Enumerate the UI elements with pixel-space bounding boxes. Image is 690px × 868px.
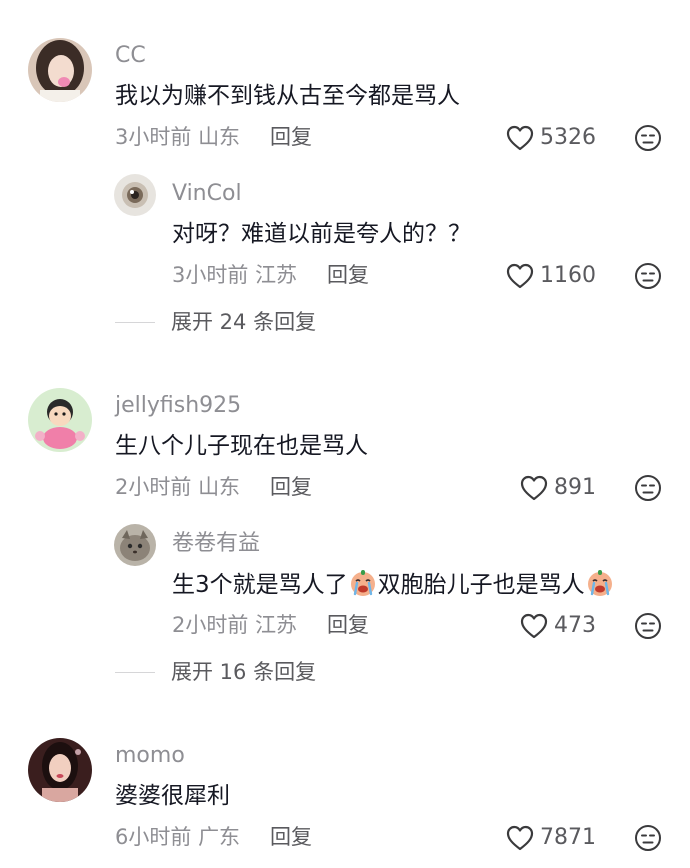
username[interactable]: CC xyxy=(115,42,146,70)
dislike-button[interactable] xyxy=(634,612,662,640)
comment-thread: momo 婆婆很犀利 6小时前 广东 回复 7871 xyxy=(0,720,690,868)
timestamp: 2小时前 xyxy=(172,613,249,637)
reply-button[interactable]: 回复 xyxy=(327,611,369,639)
comment-meta: 2小时前 山东 xyxy=(115,473,240,501)
username[interactable]: jellyfish925 xyxy=(115,392,241,420)
crying-face-emoji xyxy=(585,568,615,598)
username[interactable]: momo xyxy=(115,742,185,770)
unamused-face-icon xyxy=(635,125,661,151)
location: 山东 xyxy=(198,125,241,149)
comment-text: 生八个儿子现在也是骂人 xyxy=(115,433,368,459)
like-button[interactable]: 7871 xyxy=(506,822,596,854)
crying-face-emoji xyxy=(348,568,378,598)
unamused-face-icon xyxy=(635,263,661,289)
like-button[interactable]: 1160 xyxy=(506,260,596,292)
comment-text: 对呀？难道以前是夸人的？？ xyxy=(172,221,471,247)
comment-thread: jellyfish925 生八个儿子现在也是骂人 2小时前 山东 回复 891 xyxy=(0,370,690,700)
dislike-button[interactable] xyxy=(634,262,662,290)
timestamp: 3小时前 xyxy=(172,263,249,287)
heart-outline-icon xyxy=(506,825,534,851)
comment-text-part: 生3个就是骂人了 xyxy=(172,572,348,598)
like-count: 7871 xyxy=(540,825,596,850)
location: 广东 xyxy=(198,825,241,849)
location: 江苏 xyxy=(255,263,298,287)
heart-outline-icon xyxy=(520,475,548,501)
avatar[interactable] xyxy=(28,38,92,102)
comment-meta: 2小时前 江苏 xyxy=(172,611,297,639)
divider-line xyxy=(115,671,155,673)
like-count: 891 xyxy=(554,475,596,500)
reply-button[interactable]: 回复 xyxy=(270,123,312,151)
like-count: 1160 xyxy=(540,263,596,288)
expand-replies-button[interactable]: 展开 16 条回复 xyxy=(115,657,316,687)
timestamp: 3小时前 xyxy=(115,125,192,149)
dislike-button[interactable] xyxy=(634,824,662,852)
expand-replies-label: 展开 24 条回复 xyxy=(171,310,317,334)
expand-replies-button[interactable]: 展开 24 条回复 xyxy=(115,307,316,337)
timestamp: 2小时前 xyxy=(115,475,192,499)
comment-text: 我以为赚不到钱从古至今都是骂人 xyxy=(115,83,460,109)
like-button[interactable]: 891 xyxy=(520,472,596,504)
reply-button[interactable]: 回复 xyxy=(327,261,369,289)
unamused-face-icon xyxy=(635,475,661,501)
expand-replies-label: 展开 16 条回复 xyxy=(171,660,317,684)
comment-text: 婆婆很犀利 xyxy=(115,783,230,809)
avatar[interactable] xyxy=(114,524,156,566)
heart-outline-icon xyxy=(506,125,534,151)
reply-button[interactable]: 回复 xyxy=(270,473,312,501)
username[interactable]: VinCol xyxy=(172,180,242,208)
like-button[interactable]: 5326 xyxy=(506,122,596,154)
timestamp: 6小时前 xyxy=(115,825,192,849)
unamused-face-icon xyxy=(635,613,661,639)
like-button[interactable]: 473 xyxy=(520,610,596,642)
location: 江苏 xyxy=(255,613,298,637)
dislike-button[interactable] xyxy=(634,474,662,502)
location: 山东 xyxy=(198,475,241,499)
heart-outline-icon xyxy=(506,263,534,289)
username[interactable]: 卷卷有益 xyxy=(172,530,260,558)
heart-outline-icon xyxy=(520,613,548,639)
comment-text-part: 双胞胎儿子也是骂人 xyxy=(377,572,585,598)
comment-thread: CC 我以为赚不到钱从古至今都是骂人 3小时前 山东 回复 5326 VinCo… xyxy=(0,0,690,340)
comment-meta: 3小时前 山东 xyxy=(115,123,240,151)
like-count: 473 xyxy=(554,613,596,638)
reply-button[interactable]: 回复 xyxy=(270,823,312,851)
avatar[interactable] xyxy=(114,174,156,216)
avatar[interactable] xyxy=(28,738,92,802)
comment-meta: 6小时前 广东 xyxy=(115,823,240,851)
like-count: 5326 xyxy=(540,125,596,150)
comment-meta: 3小时前 江苏 xyxy=(172,261,297,289)
divider-line xyxy=(115,321,155,323)
dislike-button[interactable] xyxy=(634,124,662,152)
avatar[interactable] xyxy=(28,388,92,452)
unamused-face-icon xyxy=(635,825,661,851)
comment-text: 生3个就是骂人了 双胞胎儿子也是骂人 xyxy=(172,568,615,601)
